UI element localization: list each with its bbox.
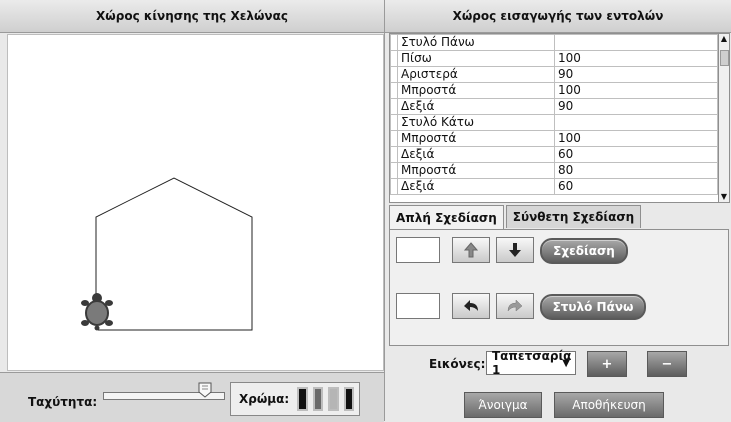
row-gutter bbox=[390, 34, 398, 51]
row-gutter bbox=[390, 98, 398, 115]
command-row[interactable]: Μπροστά 80 bbox=[390, 162, 718, 179]
command-cell[interactable]: Μπροστά bbox=[397, 82, 555, 99]
value-cell[interactable]: 90 bbox=[554, 66, 718, 83]
color-label: Χρώμα: bbox=[239, 392, 290, 406]
images-row: Εικόνες: Ταπετσαρία 1 ▼ + − bbox=[385, 348, 731, 377]
value-cell[interactable]: 100 bbox=[554, 82, 718, 99]
dropdown-arrow-icon: ▼ bbox=[562, 358, 570, 369]
turn-right-button[interactable] bbox=[496, 293, 534, 319]
commands-scrollbar[interactable]: ▲ ▼ bbox=[718, 33, 730, 203]
turtle-panel-header: Χώρος κίνησης της Χελώνας bbox=[0, 0, 384, 33]
turtle-canvas bbox=[7, 34, 384, 371]
command-row[interactable]: Μπροστά 100 bbox=[390, 82, 718, 99]
command-cell[interactable]: Στυλό Πάνω bbox=[397, 34, 555, 51]
tab-complex-drawing[interactable]: Σύνθετη Σχεδίαση bbox=[505, 205, 642, 228]
command-row[interactable]: Δεξιά 60 bbox=[390, 178, 718, 195]
commands-table[interactable]: Στυλό Πάνω Πίσω 100 Αριστερά 90 Μπροστά 100 Δεξ… bbox=[389, 33, 719, 203]
row-gutter bbox=[390, 66, 398, 83]
value-cell[interactable] bbox=[554, 114, 718, 131]
command-row[interactable]: Μπροστά 100 bbox=[390, 130, 718, 147]
scroll-down-arrow-icon[interactable]: ▼ bbox=[719, 192, 729, 202]
turn-right-icon bbox=[507, 299, 523, 312]
row-gutter bbox=[390, 146, 398, 163]
arrow-up-icon bbox=[464, 242, 478, 258]
commands-table-grid: Στυλό Πάνω Πίσω 100 Αριστερά 90 Μπροστά 100 Δεξ… bbox=[390, 34, 718, 195]
scroll-thumb[interactable] bbox=[720, 50, 729, 66]
color-picker: Χρώμα: bbox=[230, 382, 360, 416]
speed-label: Ταχύτητα: bbox=[28, 395, 98, 409]
row-gutter bbox=[390, 162, 398, 179]
command-cell[interactable]: Μπροστά bbox=[397, 130, 555, 147]
commands-panel: Χώρος εισαγωγής των εντολών Στυλό Πάνω Πί… bbox=[385, 0, 731, 421]
save-button[interactable]: Αποθήκευση bbox=[554, 392, 664, 418]
command-row[interactable]: Στυλό Κάτω bbox=[390, 114, 718, 131]
turtle-panel-title: Χώρος κίνησης της Χελώνας bbox=[96, 9, 288, 23]
command-cell[interactable]: Πίσω bbox=[397, 50, 555, 67]
color-swatch-light-gray[interactable] bbox=[328, 387, 339, 411]
command-row[interactable]: Δεξιά 60 bbox=[390, 146, 718, 163]
row-gutter bbox=[390, 178, 398, 195]
value-cell[interactable]: 100 bbox=[554, 50, 718, 67]
command-cell[interactable]: Στυλό Κάτω bbox=[397, 114, 555, 131]
add-image-button[interactable]: + bbox=[587, 351, 627, 377]
scroll-up-arrow-icon[interactable]: ▲ bbox=[719, 34, 729, 44]
value-cell[interactable]: 60 bbox=[554, 146, 718, 163]
row-gutter bbox=[390, 130, 398, 147]
value-cell[interactable] bbox=[554, 34, 718, 51]
simple-drawing-panel: Σχεδίαση Στυλό Πάνω bbox=[389, 229, 729, 346]
turtle-icon bbox=[81, 293, 113, 331]
command-cell[interactable]: Δεξιά bbox=[397, 178, 555, 195]
turn-left-button[interactable] bbox=[452, 293, 490, 319]
backward-button[interactable] bbox=[496, 237, 534, 263]
row-gutter bbox=[390, 114, 398, 131]
forward-button[interactable] bbox=[452, 237, 490, 263]
tab-simple-drawing-label: Απλή Σχεδίαση bbox=[396, 211, 497, 225]
row-gutter bbox=[390, 50, 398, 67]
speed-slider-thumb[interactable] bbox=[198, 382, 212, 398]
command-row[interactable]: Στυλό Πάνω bbox=[390, 34, 718, 51]
images-select[interactable]: Ταπετσαρία 1 ▼ bbox=[486, 349, 576, 377]
tab-simple-drawing[interactable]: Απλή Σχεδίαση bbox=[389, 205, 504, 230]
remove-image-button[interactable]: − bbox=[647, 351, 687, 377]
color-swatch-black-2[interactable] bbox=[343, 387, 354, 411]
move-amount-input[interactable] bbox=[396, 237, 440, 263]
commands-panel-title: Χώρος εισαγωγής των εντολών bbox=[452, 9, 664, 23]
draw-button[interactable]: Σχεδίαση bbox=[540, 238, 628, 264]
pen-up-button[interactable]: Στυλό Πάνω bbox=[540, 294, 646, 320]
turtle-drawing bbox=[81, 177, 253, 331]
turn-amount-input[interactable] bbox=[396, 293, 440, 319]
command-cell[interactable]: Αριστερά bbox=[397, 66, 555, 83]
open-button[interactable]: Άνοιγμα bbox=[464, 392, 542, 418]
value-cell[interactable]: 80 bbox=[554, 162, 718, 179]
house-outline bbox=[95, 177, 253, 331]
commands-panel-header: Χώρος εισαγωγής των εντολών bbox=[385, 0, 731, 33]
command-row[interactable]: Δεξιά 90 bbox=[390, 98, 718, 115]
turn-left-icon bbox=[464, 300, 478, 311]
value-cell[interactable]: 60 bbox=[554, 178, 718, 195]
command-row[interactable]: Αριστερά 90 bbox=[390, 66, 718, 83]
command-cell[interactable]: Δεξιά bbox=[397, 146, 555, 163]
color-swatch-dark-gray[interactable] bbox=[312, 387, 324, 411]
tab-complex-drawing-label: Σύνθετη Σχεδίαση bbox=[512, 210, 635, 224]
color-swatch-black[interactable] bbox=[297, 387, 308, 411]
value-cell[interactable]: 90 bbox=[554, 98, 718, 115]
images-label: Εικόνες: bbox=[429, 357, 486, 371]
command-cell[interactable]: Δεξιά bbox=[397, 98, 555, 115]
command-cell[interactable]: Μπροστά bbox=[397, 162, 555, 179]
arrow-down-icon bbox=[509, 243, 521, 257]
turtle-controls: Ταχύτητα: Χρώμα: bbox=[0, 372, 384, 422]
drawing-tabs: Απλή Σχεδίαση Σύνθετη Σχεδίαση bbox=[389, 205, 643, 230]
command-row[interactable]: Πίσω 100 bbox=[390, 50, 718, 67]
value-cell[interactable]: 100 bbox=[554, 130, 718, 147]
row-gutter bbox=[390, 82, 398, 99]
turtle-panel: Χώρος κίνησης της Χελώνας Ταχύτητα: Χρώμ… bbox=[0, 0, 385, 422]
